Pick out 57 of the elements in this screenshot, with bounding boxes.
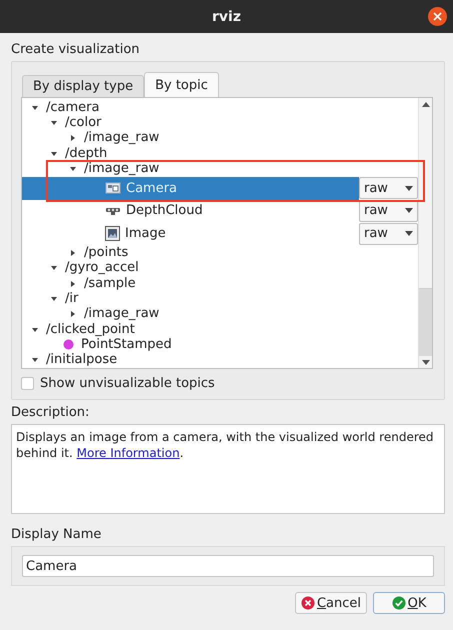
topic-item[interactable]: /gyro_accel — [65, 262, 139, 274]
display-name-label: Display Name — [11, 527, 102, 543]
description-label: Description: — [11, 405, 90, 421]
tab[interactable]: By topic — [144, 72, 219, 97]
display-type-item[interactable]: PointStamped — [81, 338, 172, 351]
transport-dropdown[interactable]: raw — [359, 177, 418, 200]
display-type-item[interactable]: Camera — [126, 180, 178, 196]
expanded-arrow-icon[interactable] — [50, 120, 58, 126]
dropdown-caret-icon — [405, 186, 413, 191]
topic-item[interactable]: /ir — [65, 292, 78, 305]
camera-icon — [105, 181, 121, 196]
window-title: rviz — [212, 8, 241, 24]
transport-dropdown[interactable]: raw — [359, 200, 418, 222]
collapsed-arrow-icon[interactable] — [70, 310, 76, 318]
image-icon — [105, 226, 120, 242]
close-icon — [433, 12, 442, 21]
display-name-field[interactable]: Camera — [22, 555, 434, 577]
scroll-up-icon[interactable] — [422, 102, 430, 106]
expanded-arrow-icon[interactable] — [31, 357, 39, 364]
topic-item[interactable]: /clicked_point — [46, 324, 135, 336]
close-button[interactable] — [428, 7, 447, 26]
dropdown-caret-icon — [405, 208, 413, 214]
dropdown-caret-icon — [405, 231, 413, 236]
section-label: Create visualization — [11, 42, 141, 58]
expanded-arrow-icon[interactable] — [50, 265, 58, 272]
collapsed-arrow-icon[interactable] — [70, 248, 76, 257]
collapsed-arrow-icon[interactable] — [70, 280, 76, 288]
cancel-icon — [300, 596, 315, 610]
ok-button[interactable]: OK — [373, 592, 445, 614]
topic-item[interactable]: /sample — [84, 278, 136, 290]
expanded-arrow-icon[interactable] — [31, 326, 39, 333]
scrollbar[interactable] — [418, 98, 432, 368]
scroll-down-icon[interactable] — [422, 360, 430, 364]
expanded-arrow-icon[interactable] — [69, 166, 77, 172]
cancel-button[interactable]: Cancel — [295, 592, 367, 614]
tab[interactable]: By display type — [22, 75, 144, 97]
checkbox-label: Show unvisualizable topics — [40, 376, 215, 390]
topic-item[interactable]: /depth — [65, 148, 108, 160]
topic-item[interactable]: /image_raw — [84, 132, 160, 144]
display-type-item[interactable]: Image — [125, 226, 166, 242]
display-type-item[interactable]: DepthCloud — [126, 203, 203, 218]
expanded-arrow-icon[interactable] — [50, 296, 58, 302]
check-icon — [392, 596, 406, 610]
topic-item[interactable]: /initialpose — [46, 354, 118, 366]
topic-item[interactable]: /image_raw — [84, 308, 160, 320]
checkbox[interactable] — [21, 376, 34, 390]
topic-item[interactable]: /color — [65, 117, 102, 130]
point-dot-icon — [63, 339, 74, 350]
transport-dropdown[interactable]: raw — [359, 222, 418, 245]
topic-item[interactable]: /points — [84, 246, 128, 259]
collapsed-arrow-icon[interactable] — [70, 134, 76, 142]
topic-item[interactable]: /camera — [46, 102, 100, 114]
topic-item[interactable]: /image_raw — [84, 163, 160, 176]
expanded-arrow-icon[interactable] — [31, 104, 39, 111]
description-text: Displays an image from a camera, with the visualized world rendered behind it. More Information. — [16, 429, 435, 461]
more-information-link[interactable]: More Information — [76, 446, 180, 460]
expanded-arrow-icon[interactable] — [50, 150, 58, 157]
